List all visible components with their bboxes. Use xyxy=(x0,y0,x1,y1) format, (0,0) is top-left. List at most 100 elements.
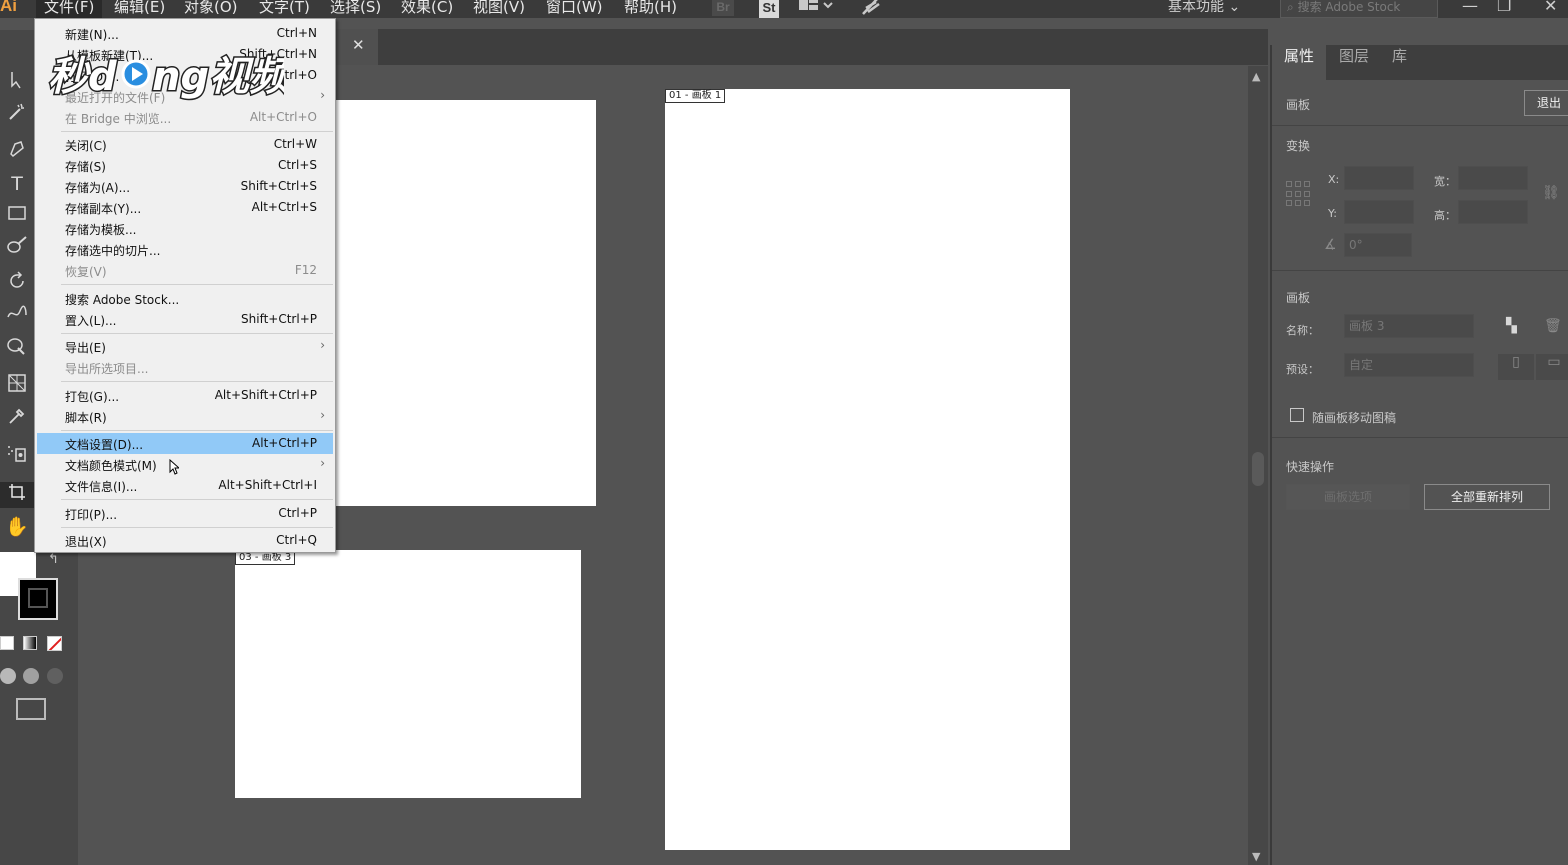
artboard-options-button[interactable]: 画板选项 xyxy=(1286,484,1410,510)
menu-window[interactable]: 窗口(W) xyxy=(538,0,611,18)
scroll-down-icon[interactable]: ▼ xyxy=(1252,850,1260,863)
tab-properties[interactable]: 属性 xyxy=(1272,45,1327,80)
menu-item-print[interactable]: 打印(P)... Ctrl+P xyxy=(37,503,333,524)
bridge-icon[interactable]: Br xyxy=(712,0,734,16)
landscape-icon[interactable]: ▭ xyxy=(1536,354,1568,380)
menu-item-package[interactable]: 打包(G)... Alt+Shift+Ctrl+P xyxy=(37,385,333,406)
angle-field[interactable]: 0° xyxy=(1344,233,1412,257)
menu-item-label: 导出所选项目... xyxy=(65,362,149,376)
menu-type[interactable]: 文字(T) xyxy=(251,0,318,18)
height-field[interactable] xyxy=(1458,200,1528,224)
reference-point-icon[interactable] xyxy=(1286,181,1312,207)
scroll-thumb[interactable] xyxy=(1252,452,1264,486)
width-label: 宽： xyxy=(1434,175,1456,188)
none-swatch[interactable] xyxy=(47,636,62,651)
tab-layers[interactable]: 图层 xyxy=(1327,45,1381,80)
menu-item-document-setup[interactable]: 文档设置(D)... Alt+Ctrl+P xyxy=(37,433,333,454)
restore-icon[interactable]: ❐ xyxy=(1497,0,1511,16)
portrait-icon[interactable]: ▯ xyxy=(1498,354,1534,380)
workspace-switcher[interactable]: 基本功能 ⌄ xyxy=(1168,0,1240,18)
perspective-grid-tool-icon[interactable] xyxy=(0,373,34,399)
chevron-down-icon: ⌄ xyxy=(1228,0,1241,15)
y-field[interactable] xyxy=(1344,200,1414,224)
rotate-tool-icon[interactable] xyxy=(0,271,34,297)
scroll-up-icon[interactable]: ▲ xyxy=(1252,70,1260,83)
stock-search-input[interactable]: ⌕ 搜索 Adobe Stock xyxy=(1280,0,1438,18)
menu-item-export-selection[interactable]: 导出所选项目... xyxy=(37,357,333,378)
menu-item-browse-in-bridge[interactable]: 在 Bridge 中浏览... Alt+Ctrl+O xyxy=(37,107,333,128)
x-field[interactable] xyxy=(1344,166,1414,190)
minimize-icon[interactable]: — xyxy=(1462,0,1478,16)
menu-select[interactable]: 选择(S) xyxy=(322,0,389,18)
menu-item-exit[interactable]: 退出(X) Ctrl+Q xyxy=(37,530,333,551)
menu-item-document-color-mode[interactable]: 文档颜色模式(M) › xyxy=(37,454,333,475)
move-with-artboard-checkbox[interactable] xyxy=(1290,408,1304,422)
exit-button[interactable]: 退出 xyxy=(1524,90,1568,116)
menu-item-save[interactable]: 存储(S) Ctrl+S xyxy=(37,155,333,176)
swap-fill-stroke-icon[interactable]: ↰ xyxy=(48,552,59,567)
menu-object[interactable]: 对象(O) xyxy=(176,0,246,18)
menu-item-label: 存储选中的切片... xyxy=(65,244,161,258)
artboard-3-label[interactable]: 03 - 画板 3 xyxy=(235,551,296,565)
eyedropper-tool-icon[interactable] xyxy=(0,406,34,432)
artboard-3[interactable] xyxy=(235,550,581,798)
menu-edit[interactable]: 编辑(E) xyxy=(106,0,173,18)
draw-inside-icon[interactable] xyxy=(47,668,63,684)
menu-item-new[interactable]: 新建(N)... Ctrl+N xyxy=(37,23,333,44)
artboard-tool-icon[interactable] xyxy=(0,482,34,508)
menu-item-save-copy[interactable]: 存储副本(Y)... Alt+Ctrl+S xyxy=(37,197,333,218)
menu-view[interactable]: 视图(V) xyxy=(465,0,533,18)
artboard-2[interactable] xyxy=(335,100,596,506)
menu-item-export[interactable]: 导出(E) › xyxy=(37,336,333,357)
direct-selection-tool-icon[interactable] xyxy=(0,70,34,96)
x-label: X: xyxy=(1328,173,1340,186)
menu-item-revert[interactable]: 恢复(V) F12 xyxy=(37,260,333,281)
rearrange-all-button[interactable]: 全部重新排列 xyxy=(1424,484,1550,510)
width-field[interactable] xyxy=(1458,166,1528,190)
draw-normal-icon[interactable] xyxy=(0,668,16,684)
shape-builder-tool-icon[interactable] xyxy=(0,336,34,362)
symbol-sprayer-tool-icon[interactable] xyxy=(0,443,34,469)
svg-text:秒d: 秒d xyxy=(48,54,117,100)
screen-mode-icon[interactable] xyxy=(16,698,46,720)
vertical-scrollbar[interactable]: ▲ ▼ xyxy=(1248,66,1268,865)
menu-item-search-adobe-stock[interactable]: 搜索 Adobe Stock... xyxy=(37,288,333,309)
delete-artboard-icon[interactable]: 🗑 xyxy=(1544,318,1562,334)
color-mode-swatch[interactable] xyxy=(0,636,14,650)
stroke-color-swatch[interactable] xyxy=(18,578,58,620)
gradient-mode-swatch[interactable] xyxy=(23,636,37,650)
workspace-label: 基本功能 xyxy=(1168,0,1224,15)
width-tool-icon[interactable] xyxy=(0,303,34,329)
type-tool-icon[interactable]: T xyxy=(0,171,34,197)
menu-item-save-as-template[interactable]: 存储为模板... xyxy=(37,218,333,239)
menu-item-scripts[interactable]: 脚本(R) › xyxy=(37,406,333,427)
menu-item-save-selected-slices[interactable]: 存储选中的切片... xyxy=(37,239,333,260)
paintbrush-tool-icon[interactable] xyxy=(0,235,34,261)
menu-item-save-as[interactable]: 存储为(A)... Shift+Ctrl+S xyxy=(37,176,333,197)
stock-icon[interactable]: St xyxy=(759,0,779,18)
hand-tool-icon[interactable]: ✋ xyxy=(0,514,34,540)
feather-icon[interactable] xyxy=(860,0,882,19)
close-window-icon[interactable]: ✕ xyxy=(1544,0,1557,16)
menu-item-shortcut: Shift+Ctrl+P xyxy=(241,312,317,326)
artboard-1[interactable] xyxy=(665,89,1070,850)
rectangle-tool-icon[interactable] xyxy=(0,203,34,229)
tab-libraries[interactable]: 库 xyxy=(1380,45,1419,80)
close-tab-icon[interactable]: ✕ xyxy=(352,36,365,54)
svg-text:ng视频: ng视频 xyxy=(152,54,284,100)
preset-select[interactable]: 自定 xyxy=(1344,353,1474,377)
menu-item-file-info[interactable]: 文件信息(I)... Alt+Shift+Ctrl+I xyxy=(37,475,333,496)
artboard-name-field[interactable]: 画板 3 xyxy=(1344,314,1474,338)
menu-item-close[interactable]: 关闭(C) Ctrl+W xyxy=(37,134,333,155)
artboard-1-label[interactable]: 01 - 画板 1 xyxy=(665,89,726,103)
menu-item-place[interactable]: 置入(L)... Shift+Ctrl+P xyxy=(37,309,333,330)
magic-wand-tool-icon[interactable] xyxy=(0,102,34,128)
pen-tool-icon[interactable] xyxy=(0,138,34,164)
menu-effect[interactable]: 效果(C) xyxy=(393,0,461,18)
menu-help[interactable]: 帮助(H) xyxy=(616,0,685,18)
new-artboard-icon[interactable]: ▚ xyxy=(1506,318,1517,334)
menu-file[interactable]: 文件(F) xyxy=(36,0,103,18)
draw-behind-icon[interactable] xyxy=(23,668,39,684)
arrange-documents-icon[interactable] xyxy=(798,0,834,17)
constrain-proportions-icon[interactable]: ⛓ xyxy=(1542,185,1560,201)
